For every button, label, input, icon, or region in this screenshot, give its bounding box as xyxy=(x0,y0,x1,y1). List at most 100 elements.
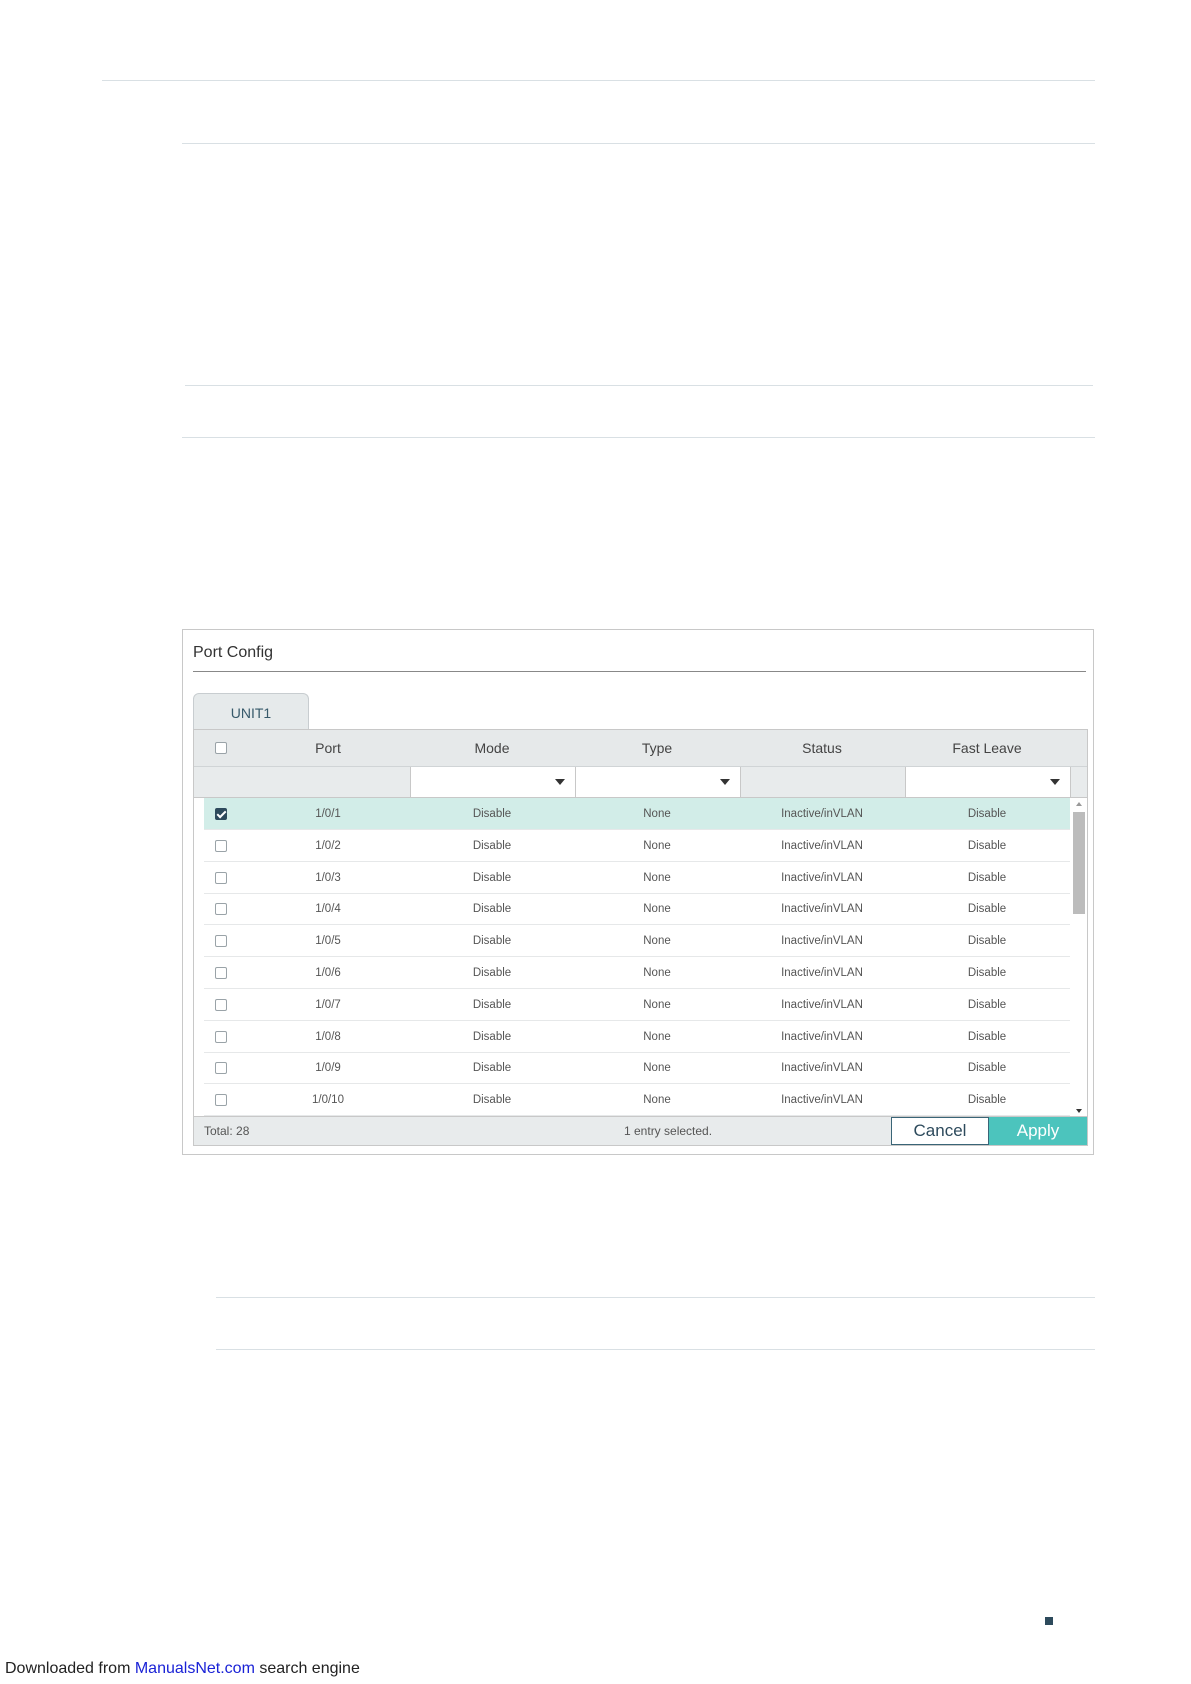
fast-leave-cell: Disable xyxy=(967,1030,1007,1043)
table-row[interactable]: 1/0/6 Disable None Inactive/inVLAN Disable xyxy=(204,957,1070,989)
fast-leave-cell: Disable xyxy=(967,1062,1007,1075)
type-cell: None xyxy=(643,935,671,948)
mode-cell: Disable xyxy=(472,839,512,852)
filter-spacer xyxy=(1070,767,1087,797)
type-cell: None xyxy=(643,839,671,852)
divider xyxy=(182,143,1095,144)
table-row[interactable]: 1/0/8 Disable None Inactive/inVLAN Disable xyxy=(204,1021,1070,1053)
port-cell: 1/0/10 xyxy=(312,1094,344,1107)
type-cell: None xyxy=(643,1062,671,1075)
status-cell: Inactive/inVLAN xyxy=(781,998,863,1011)
fast-leave-filter-select[interactable] xyxy=(905,767,1070,797)
tab-unit1[interactable]: UNIT1 xyxy=(193,693,309,729)
type-filter-select[interactable] xyxy=(575,767,740,797)
status-cell: Inactive/inVLAN xyxy=(781,1030,863,1043)
status-filter-cell xyxy=(740,767,905,797)
fast-leave-cell: Disable xyxy=(967,967,1007,979)
title-divider xyxy=(193,671,1086,672)
status-cell: Inactive/inVLAN xyxy=(781,903,863,916)
row-checkbox[interactable] xyxy=(215,935,227,948)
table-header: Port Mode Type Status Fast Leave xyxy=(194,730,1087,767)
port-cell: 1/0/9 xyxy=(315,1062,341,1075)
fast-leave-cell: Disable xyxy=(967,808,1007,820)
port-cell: 1/0/4 xyxy=(315,903,341,916)
column-header-fast-leave[interactable]: Fast Leave xyxy=(905,730,1069,766)
cancel-button[interactable]: Cancel xyxy=(891,1117,989,1145)
download-note: Downloaded from ManualsNet.com search en… xyxy=(5,1660,360,1678)
column-header-port[interactable]: Port xyxy=(258,730,398,766)
manualsnet-link[interactable]: ManualsNet.com xyxy=(135,1660,255,1677)
chevron-down-icon xyxy=(555,779,565,785)
type-cell: None xyxy=(643,903,671,916)
mode-filter-select[interactable] xyxy=(410,767,575,797)
port-cell: 1/0/5 xyxy=(315,935,341,948)
row-checkbox[interactable] xyxy=(215,903,227,916)
row-checkbox[interactable] xyxy=(215,808,227,820)
select-all-checkbox[interactable] xyxy=(215,742,227,754)
port-cell: 1/0/1 xyxy=(315,808,341,820)
mode-cell: Disable xyxy=(472,903,512,916)
divider xyxy=(216,1297,1095,1298)
mode-cell: Disable xyxy=(472,935,512,948)
type-cell: None xyxy=(643,998,671,1011)
mode-cell: Disable xyxy=(472,1094,512,1107)
fast-leave-cell: Disable xyxy=(967,998,1007,1011)
column-header-type[interactable]: Type xyxy=(575,730,739,766)
row-checkbox[interactable] xyxy=(215,967,227,979)
fast-leave-cell: Disable xyxy=(967,839,1007,852)
table-row[interactable]: 1/0/1 Disable None Inactive/inVLAN Disable xyxy=(204,798,1070,830)
row-checkbox[interactable] xyxy=(215,871,227,884)
row-checkbox[interactable] xyxy=(215,1030,227,1043)
port-cell: 1/0/7 xyxy=(315,998,341,1011)
table-row[interactable]: 1/0/5 Disable None Inactive/inVLAN Disable xyxy=(204,925,1070,958)
row-checkbox[interactable] xyxy=(215,1062,227,1075)
table-row[interactable]: 1/0/10 Disable None Inactive/inVLAN Disable xyxy=(204,1084,1070,1116)
fast-leave-cell: Disable xyxy=(967,935,1007,948)
table-row[interactable]: 1/0/4 Disable None Inactive/inVLAN Disable xyxy=(204,893,1070,926)
mode-cell: Disable xyxy=(472,1062,512,1075)
row-checkbox[interactable] xyxy=(215,839,227,852)
type-cell: None xyxy=(643,1094,671,1107)
status-cell: Inactive/inVLAN xyxy=(781,967,863,979)
port-cell: 1/0/6 xyxy=(315,967,341,979)
mode-cell: Disable xyxy=(472,1030,512,1043)
status-cell: Inactive/inVLAN xyxy=(781,1094,863,1107)
divider xyxy=(182,437,1095,438)
chevron-down-icon xyxy=(720,779,730,785)
fast-leave-cell: Disable xyxy=(967,1094,1007,1107)
table-row[interactable]: 1/0/3 Disable None Inactive/inVLAN Disable xyxy=(204,862,1070,894)
divider xyxy=(185,385,1093,386)
chevron-down-icon xyxy=(1050,779,1060,785)
scrollbar-thumb[interactable] xyxy=(1073,812,1085,914)
page-marker xyxy=(1045,1617,1053,1625)
status-cell: Inactive/inVLAN xyxy=(781,871,863,884)
column-header-status[interactable]: Status xyxy=(740,730,904,766)
table-footer: Total: 28 1 entry selected. Cancel Apply xyxy=(194,1116,1087,1145)
fast-leave-cell: Disable xyxy=(967,871,1007,884)
status-cell: Inactive/inVLAN xyxy=(781,839,863,852)
download-note-suffix: search engine xyxy=(254,1660,360,1677)
scroll-down-icon[interactable] xyxy=(1076,1109,1082,1113)
download-note-prefix: Downloaded from xyxy=(5,1660,135,1677)
table-body: 1/0/1 Disable None Inactive/inVLAN Disable 1/… xyxy=(204,798,1070,1116)
column-header-mode[interactable]: Mode xyxy=(410,730,574,766)
vertical-scrollbar[interactable] xyxy=(1071,798,1087,1116)
status-cell: Inactive/inVLAN xyxy=(781,935,863,948)
total-count: Total: 28 xyxy=(204,1124,250,1138)
type-cell: None xyxy=(643,871,671,884)
scroll-up-icon[interactable] xyxy=(1076,802,1082,806)
row-checkbox[interactable] xyxy=(215,998,227,1011)
panel-title: Port Config xyxy=(193,644,274,661)
table-row[interactable]: 1/0/7 Disable None Inactive/inVLAN Disable xyxy=(204,989,1070,1021)
type-cell: None xyxy=(643,1030,671,1043)
table-row[interactable]: 1/0/9 Disable None Inactive/inVLAN Disable xyxy=(204,1052,1070,1085)
port-cell: 1/0/3 xyxy=(315,871,341,884)
filter-row xyxy=(194,767,1087,798)
type-cell: None xyxy=(643,808,671,820)
row-checkbox[interactable] xyxy=(215,1094,227,1107)
table-row[interactable]: 1/0/2 Disable None Inactive/inVLAN Disable xyxy=(204,830,1070,862)
mode-cell: Disable xyxy=(472,808,512,820)
mode-cell: Disable xyxy=(472,967,512,979)
port-config-panel: Port Config UNIT1 Port Mode Type Status … xyxy=(182,629,1094,1155)
apply-button[interactable]: Apply xyxy=(989,1117,1087,1145)
